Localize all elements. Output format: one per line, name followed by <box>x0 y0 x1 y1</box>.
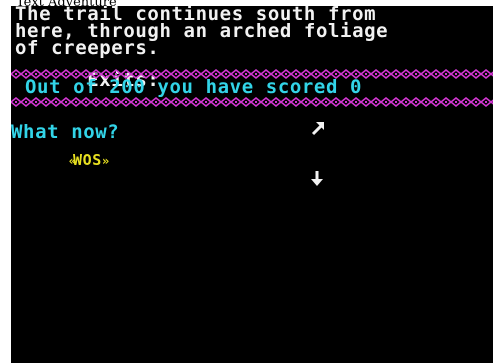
score-text: Out of 200 you have scored 0 <box>25 76 363 98</box>
command-input[interactable]: «WOS» <box>11 142 110 179</box>
exits-arrows <box>93 88 332 220</box>
game-window: Text Adventure The trail continues south… <box>0 0 493 363</box>
south-arrow-icon <box>190 154 324 204</box>
command-input-value[interactable]: WOS <box>73 151 102 169</box>
command-prompt: What now? <box>11 121 120 143</box>
northeast-arrow-icon <box>190 104 326 154</box>
bottom-decorative-border <box>11 97 493 107</box>
game-screen[interactable]: The trail continues south from here, thr… <box>11 6 493 363</box>
description-line-3: of creepers. <box>15 37 160 59</box>
input-right-chevrons: » <box>101 154 109 168</box>
